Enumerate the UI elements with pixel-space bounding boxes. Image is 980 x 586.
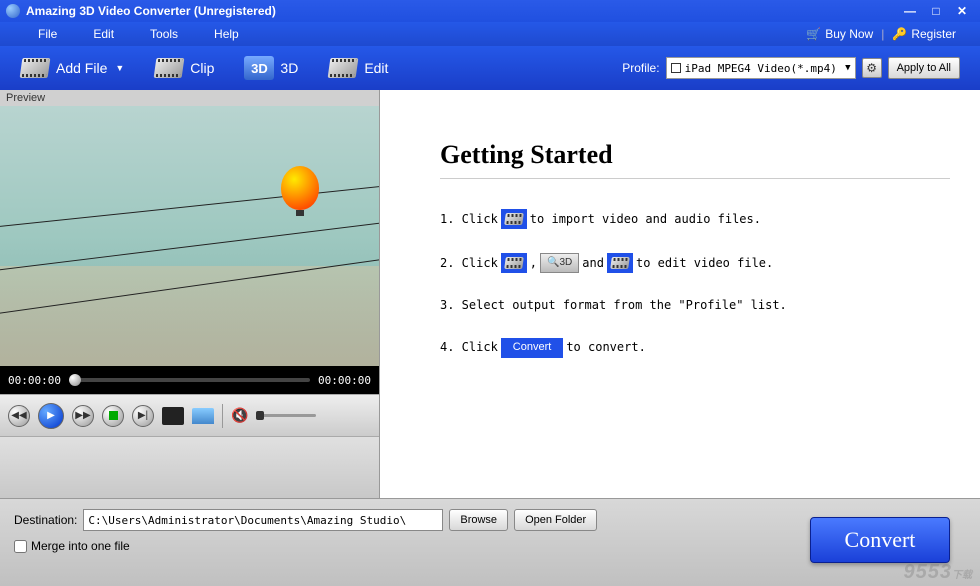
watermark: 9553下载 <box>904 561 973 584</box>
step-4: 4. Click Convert to convert. <box>440 338 950 358</box>
gear-icon: ⚙ <box>866 61 877 75</box>
preview-video <box>0 106 379 366</box>
format-icon <box>671 63 681 73</box>
close-button[interactable]: ✕ <box>950 3 974 19</box>
balloon-image <box>281 166 319 210</box>
titlebar: Amazing 3D Video Converter (Unregistered… <box>0 0 980 22</box>
browse-button[interactable]: Browse <box>449 509 508 531</box>
menu-help[interactable]: Help <box>196 27 257 41</box>
volume-slider[interactable] <box>256 414 316 417</box>
chevron-down-icon: ▼ <box>845 63 850 73</box>
clip-button[interactable]: Clip <box>154 55 214 81</box>
register-link[interactable]: 🔑Register <box>888 27 960 41</box>
edit-button[interactable]: Edit <box>328 55 388 81</box>
merge-checkbox[interactable] <box>14 540 27 553</box>
buy-now-link[interactable]: 🛒Buy Now <box>802 27 877 41</box>
next-button[interactable]: ▶| <box>132 405 154 427</box>
merge-label: Merge into one file <box>31 539 130 553</box>
cart-icon: 🛒 <box>806 27 821 41</box>
time-bar: 00:00:00 00:00:00 <box>0 366 379 394</box>
add-file-button[interactable]: Add File ▼ <box>20 55 124 81</box>
time-total: 00:00:00 <box>318 374 371 387</box>
chevron-down-icon: ▼ <box>115 63 124 73</box>
menu-file[interactable]: File <box>20 27 75 41</box>
stop-button[interactable] <box>102 405 124 427</box>
open-folder-button[interactable]: Open Folder <box>514 509 597 531</box>
snapshot-button[interactable] <box>162 407 184 425</box>
destination-input[interactable] <box>83 509 443 531</box>
convert-chip: Convert <box>501 338 564 358</box>
preview-panel: Preview 00:00:00 00:00:00 ◀◀ ▶ ▶▶ ▶| 🔇 <box>0 90 380 498</box>
main-area: Preview 00:00:00 00:00:00 ◀◀ ▶ ▶▶ ▶| 🔇 <box>0 90 980 498</box>
add-file-chip <box>501 209 527 229</box>
bottom-bar: Destination: Browse Open Folder Merge in… <box>0 498 980 586</box>
film-icon <box>20 58 51 78</box>
skip-back-button[interactable]: ◀◀ <box>8 405 30 427</box>
settings-button[interactable]: ⚙ <box>862 58 882 78</box>
convert-button[interactable]: Convert <box>810 517 950 563</box>
volume-icon[interactable]: 🔇 <box>231 407 248 424</box>
divider <box>222 404 223 428</box>
three-d-icon: 3D <box>244 56 274 80</box>
preview-label: Preview <box>0 90 379 106</box>
menu-edit[interactable]: Edit <box>75 27 132 41</box>
three-d-chip: 🔍 3D <box>540 253 579 273</box>
minimize-button[interactable]: — <box>898 3 922 19</box>
clip-chip <box>501 253 527 273</box>
menubar: File Edit Tools Help 🛒Buy Now | 🔑Registe… <box>0 22 980 46</box>
skip-forward-button[interactable]: ▶▶ <box>72 405 94 427</box>
step-1: 1. Click to import video and audio files… <box>440 209 950 229</box>
playback-controls: ◀◀ ▶ ▶▶ ▶| 🔇 <box>0 394 379 436</box>
getting-started-title: Getting Started <box>440 140 950 179</box>
preview-footer <box>0 436 379 498</box>
seek-slider[interactable] <box>69 378 310 382</box>
profile-label: Profile: <box>622 61 659 75</box>
profile-select[interactable]: iPad MPEG4 Video(*.mp4) ▼ <box>666 57 856 79</box>
maximize-button[interactable]: □ <box>924 3 948 19</box>
step-2: 2. Click , 🔍 3D and to edit video file. <box>440 253 950 273</box>
clip-icon <box>154 58 185 78</box>
snapshot-folder-button[interactable] <box>192 408 214 424</box>
getting-started-panel: Getting Started 1. Click to import video… <box>380 90 980 498</box>
play-button[interactable]: ▶ <box>38 403 64 429</box>
edit-icon <box>328 58 359 78</box>
window-title: Amazing 3D Video Converter (Unregistered… <box>26 4 896 18</box>
destination-label: Destination: <box>14 513 77 527</box>
apply-to-all-button[interactable]: Apply to All <box>888 57 960 79</box>
toolbar: Add File ▼ Clip 3D 3D Edit Profile: iPad… <box>0 46 980 90</box>
three-d-button[interactable]: 3D 3D <box>244 56 298 80</box>
time-current: 00:00:00 <box>8 374 61 387</box>
step-3: 3. Select output format from the "Profil… <box>440 297 950 314</box>
menu-tools[interactable]: Tools <box>132 27 196 41</box>
key-icon: 🔑 <box>892 27 907 41</box>
app-icon <box>6 4 20 18</box>
separator: | <box>881 27 884 41</box>
edit-chip <box>607 253 633 273</box>
